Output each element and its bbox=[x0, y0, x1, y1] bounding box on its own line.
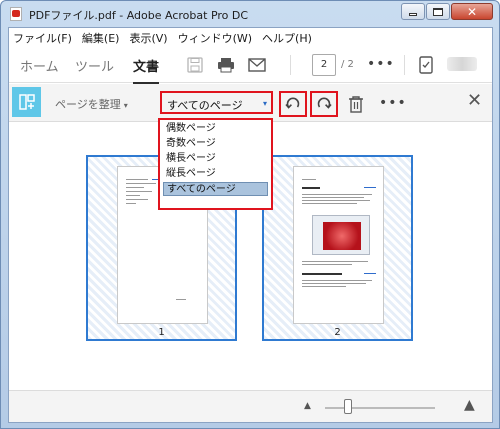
save-icon[interactable] bbox=[185, 56, 205, 74]
page-range-select[interactable]: すべてのページ ▾ bbox=[160, 91, 273, 114]
toolbar-divider-2 bbox=[404, 55, 405, 75]
text-line bbox=[176, 299, 186, 300]
screenshot-image bbox=[312, 215, 370, 255]
text-line bbox=[126, 191, 152, 192]
text-line bbox=[302, 280, 372, 281]
option-landscape-pages[interactable]: 横長ページ bbox=[163, 152, 268, 166]
page-total: / 2 bbox=[341, 59, 354, 70]
text-line bbox=[302, 179, 316, 180]
menu-view[interactable]: 表示(V) bbox=[129, 30, 167, 46]
option-all-pages[interactable]: すべてのページ bbox=[163, 182, 268, 196]
close-organize-button[interactable]: ✕ bbox=[467, 92, 482, 110]
mail-icon[interactable] bbox=[247, 56, 267, 74]
organize-pages-menu[interactable]: ページを整理 ▾ bbox=[55, 96, 128, 112]
print-icon[interactable] bbox=[216, 56, 236, 74]
user-account-avatar[interactable] bbox=[447, 57, 477, 71]
rotate-left-icon bbox=[285, 97, 300, 109]
text-line bbox=[126, 183, 156, 184]
window-title: PDFファイル.pdf - Adobe Acrobat Pro DC bbox=[29, 9, 249, 22]
text-line bbox=[364, 187, 376, 188]
zoom-slider-handle[interactable] bbox=[344, 399, 352, 414]
heading-line bbox=[302, 273, 342, 275]
organize-pages-toolbar: ページを整理 ▾ すべてのページ ▾ ••• ✕ bbox=[9, 84, 492, 122]
chevron-down-icon: ▾ bbox=[123, 101, 128, 110]
client-area: ファイル(F) 編集(E) 表示(V) ウィンドウ(W) ヘルプ(H) ホーム … bbox=[8, 27, 493, 423]
text-line bbox=[302, 197, 364, 198]
rotate-right-icon bbox=[317, 97, 332, 109]
maximize-button[interactable] bbox=[426, 3, 450, 20]
text-line bbox=[302, 200, 370, 201]
more-tools-icon[interactable]: ••• bbox=[367, 56, 395, 72]
minimize-icon bbox=[409, 13, 417, 16]
image-content bbox=[323, 222, 361, 250]
delete-icon[interactable] bbox=[346, 94, 366, 114]
menu-bar: ファイル(F) 編集(E) 表示(V) ウィンドウ(W) ヘルプ(H) bbox=[9, 28, 492, 47]
option-odd-pages[interactable]: 奇数ページ bbox=[163, 137, 268, 151]
text-line bbox=[302, 264, 352, 265]
text-line bbox=[302, 194, 372, 195]
menu-file[interactable]: ファイル(F) bbox=[13, 30, 72, 46]
text-line bbox=[126, 199, 148, 200]
zoom-slider-track[interactable] bbox=[325, 407, 435, 409]
organize-pages-label: ページを整理 bbox=[55, 98, 121, 111]
title-bar: PDFファイル.pdf - Adobe Acrobat Pro DC ✕ bbox=[1, 1, 499, 27]
organize-pages-tool-icon[interactable] bbox=[12, 87, 41, 117]
page-thumbnail-2[interactable]: 2 bbox=[262, 155, 413, 341]
menu-edit[interactable]: 編集(E) bbox=[82, 30, 120, 46]
text-line bbox=[126, 195, 140, 196]
page-number-label: 2 bbox=[334, 327, 341, 338]
close-icon: ✕ bbox=[466, 4, 478, 19]
app-window: PDFファイル.pdf - Adobe Acrobat Pro DC ✕ ファイ… bbox=[0, 0, 500, 429]
option-portrait-pages[interactable]: 縦長ページ bbox=[163, 167, 268, 181]
menu-help[interactable]: ヘルプ(H) bbox=[262, 30, 312, 46]
text-line bbox=[302, 286, 346, 287]
text-line bbox=[126, 179, 148, 180]
heading-line bbox=[302, 187, 320, 189]
rotate-clockwise-button[interactable] bbox=[310, 91, 338, 117]
zoom-bar: ▲ ▲ bbox=[9, 390, 492, 422]
option-even-pages[interactable]: 偶数ページ bbox=[163, 122, 268, 136]
organize-more-icon[interactable]: ••• bbox=[379, 95, 407, 111]
text-line bbox=[302, 203, 357, 204]
page-preview-2 bbox=[293, 166, 384, 324]
page-range-value: すべてのページ bbox=[167, 99, 243, 112]
maximize-icon bbox=[433, 7, 443, 16]
tab-document[interactable]: 文書 bbox=[133, 56, 160, 84]
acrobat-app-icon bbox=[10, 7, 22, 21]
toolbar-divider bbox=[290, 55, 291, 75]
page-range-dropdown: 偶数ページ 奇数ページ 横長ページ 縦長ページ すべてのページ bbox=[158, 118, 273, 210]
minimize-button[interactable] bbox=[401, 3, 425, 20]
menu-window[interactable]: ウィンドウ(W) bbox=[178, 30, 252, 46]
rotate-counterclockwise-button[interactable] bbox=[279, 91, 307, 117]
mobile-link-icon[interactable] bbox=[416, 56, 436, 74]
close-window-button[interactable]: ✕ bbox=[451, 3, 493, 20]
page-number-label: 1 bbox=[158, 327, 165, 338]
text-line bbox=[302, 283, 366, 284]
text-line bbox=[302, 261, 368, 262]
dropdown-caret-icon: ▾ bbox=[262, 99, 267, 108]
tab-tools[interactable]: ツール bbox=[75, 56, 114, 75]
tab-home[interactable]: ホーム bbox=[20, 56, 59, 75]
window-controls: ✕ bbox=[400, 3, 493, 20]
text-line bbox=[126, 203, 136, 204]
page-number-input[interactable]: 2 bbox=[312, 54, 336, 76]
text-line bbox=[126, 187, 144, 188]
zoom-out-icon[interactable]: ▲ bbox=[304, 401, 311, 411]
text-line bbox=[364, 273, 376, 274]
zoom-in-icon[interactable]: ▲ bbox=[464, 397, 475, 413]
main-toolbar: ホーム ツール 文書 2 / 2 ••• bbox=[9, 47, 492, 84]
